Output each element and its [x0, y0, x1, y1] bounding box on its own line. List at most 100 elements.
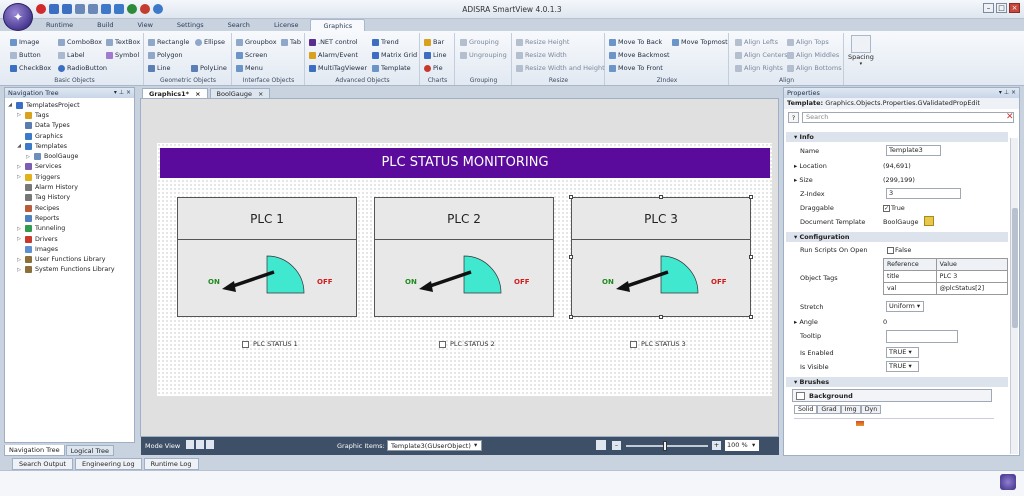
zoom-out-button[interactable]: – [612, 441, 621, 450]
grid-toggle-icon[interactable] [596, 440, 606, 450]
dotnet-control-button[interactable]: .NET control [318, 38, 358, 46]
checkbox-button[interactable]: CheckBox [19, 64, 51, 72]
menu-button[interactable]: Menu [245, 64, 263, 72]
resize-handle[interactable] [659, 315, 663, 319]
trend-button[interactable]: Trend [381, 38, 399, 46]
grouping-button[interactable]: Grouping [469, 38, 499, 46]
expander-placeholder[interactable]: ▷ [16, 112, 22, 118]
tab-runtime[interactable]: Runtime [34, 19, 85, 31]
maximize-button[interactable]: □ [996, 3, 1007, 13]
tree-item[interactable]: Recipes [7, 203, 132, 213]
name-field[interactable]: Template3 [886, 145, 941, 156]
tree-item[interactable]: Data Types [7, 121, 132, 131]
clear-search-icon[interactable]: ✕ [1006, 112, 1014, 122]
resize-handle[interactable] [569, 255, 573, 259]
tag-reference[interactable]: val [883, 282, 937, 295]
alarm-event-button[interactable]: Alarm/Event [318, 51, 358, 59]
expander-placeholder[interactable]: ▷ [16, 174, 22, 180]
groupbox-button[interactable]: Groupbox [245, 38, 277, 46]
brush-tab-grad[interactable]: Grad [817, 405, 841, 414]
tree-item[interactable]: Alarm History [7, 182, 132, 192]
resize-handle[interactable] [659, 195, 663, 199]
doc-tab-graphics1[interactable]: Graphics1* × [142, 88, 208, 98]
polyline-button[interactable]: PolyLine [200, 64, 227, 72]
tree-item[interactable]: ▷ Services [7, 162, 132, 172]
rectangle-button[interactable]: Rectangle [157, 38, 189, 46]
screen-button[interactable]: Screen [245, 51, 267, 59]
tree-item[interactable]: Images [7, 244, 132, 254]
align-middles-button[interactable]: Align Middles [796, 51, 839, 59]
align-rights-button[interactable]: Align Rights [744, 64, 783, 72]
radiobutton-button[interactable]: RadioButton [67, 64, 107, 72]
resize-height-button[interactable]: Resize Height [525, 38, 569, 46]
resize-handle[interactable] [569, 315, 573, 319]
move-backmost-button[interactable]: Move Backmost [618, 51, 670, 59]
zindex-field[interactable]: 3 [886, 188, 961, 199]
move-to-back-button[interactable]: Move To Back [618, 38, 662, 46]
expander-placeholder[interactable]: ▷ [25, 154, 31, 160]
properties-search-input[interactable]: Search [802, 112, 1014, 123]
tree-item[interactable]: ▷ Triggers [7, 172, 132, 182]
tab-runtime-log[interactable]: Runtime Log [143, 458, 199, 470]
tooltip-field[interactable] [886, 330, 958, 343]
plc-card-1[interactable]: PLC 1 ON OFF [177, 197, 357, 317]
tab-search[interactable]: Search [216, 19, 262, 31]
tree-item[interactable]: Graphics [7, 131, 132, 141]
resize-handle[interactable] [749, 255, 753, 259]
tree-item[interactable]: Reports [7, 213, 132, 223]
configuration-section[interactable]: ▾ Configuration [786, 232, 1008, 242]
tab-settings[interactable]: Settings [165, 19, 216, 31]
close-icon[interactable]: × [258, 89, 263, 98]
textbox-button[interactable]: TextBox [115, 38, 140, 46]
info-section[interactable]: ▾ Info [786, 132, 1008, 142]
resize-handle[interactable] [749, 195, 753, 199]
expander-placeholder[interactable]: ▷ [16, 267, 22, 273]
plc-card-3[interactable]: PLC 3 ON OFF [569, 195, 753, 319]
tree-item[interactable]: ◢ TemplatesProject [7, 100, 132, 110]
label-button[interactable]: Label [67, 51, 85, 59]
pie-chart-button[interactable]: Pie [433, 64, 443, 72]
line-button[interactable]: Line [157, 64, 171, 72]
tab-license[interactable]: License [262, 19, 311, 31]
spacing-button[interactable]: Spacing ▾ [848, 35, 874, 67]
stretch-select[interactable]: Uniform ▾ [886, 301, 924, 312]
help-button[interactable]: ? [788, 112, 799, 123]
tree-item[interactable]: ▷ System Functions Library [7, 265, 132, 275]
color-picker-strip[interactable] [794, 418, 994, 432]
zoom-slider-track[interactable] [626, 445, 708, 447]
align-lefts-button[interactable]: Align Lefts [744, 38, 778, 46]
mode-select-icon[interactable] [186, 440, 194, 449]
zoom-slider-thumb[interactable] [662, 441, 667, 451]
tag-value[interactable]: @plcStatus[2] [935, 282, 1009, 295]
tree-item[interactable]: Tag History [7, 193, 132, 203]
close-icon[interactable]: × [195, 89, 200, 98]
tab-button[interactable]: Tab [290, 38, 301, 46]
pin-icon[interactable]: ▾ ⊥ × [114, 88, 131, 98]
background-brush-row[interactable]: Background [792, 389, 992, 402]
is-enabled-select[interactable]: TRUE ▾ [886, 347, 919, 358]
move-topmost-button[interactable]: Move Topmost [681, 38, 728, 46]
expander-placeholder[interactable]: ▷ [16, 257, 22, 263]
table-row[interactable]: title PLC 3 [883, 270, 1009, 283]
resize-handle[interactable] [749, 315, 753, 319]
tab-graphics[interactable]: Graphics [310, 19, 366, 31]
tree-item[interactable]: ▷ BoolGauge [7, 151, 132, 161]
tag-value[interactable]: PLC 3 [935, 270, 1009, 283]
zoom-in-button[interactable]: + [712, 441, 721, 450]
resize-handle[interactable] [569, 195, 573, 199]
plc-status-checkbox-1[interactable]: PLC STATUS 1 [242, 340, 298, 348]
plc-card-2[interactable]: PLC 2 ON OFF [374, 197, 554, 317]
plc-status-checkbox-3[interactable]: PLC STATUS 3 [630, 340, 686, 348]
expand-icon[interactable]: ◢ [16, 143, 22, 149]
expander-placeholder[interactable]: ▷ [16, 236, 22, 242]
doc-tab-boolgauge[interactable]: BoolGauge × [209, 88, 271, 98]
tree-item[interactable]: ◢ Templates [7, 141, 132, 151]
graphic-items-select[interactable]: Template3(GUserObject) [387, 440, 482, 451]
align-bottoms-button[interactable]: Align Bottoms [796, 64, 842, 72]
align-tops-button[interactable]: Align Tops [796, 38, 829, 46]
tree-item[interactable]: ▷ Tunneling [7, 224, 132, 234]
bar-chart-button[interactable]: Bar [433, 38, 444, 46]
plc-status-checkbox-2[interactable]: PLC STATUS 2 [439, 340, 495, 348]
mode-pan-icon[interactable] [196, 440, 204, 449]
ungrouping-button[interactable]: Ungrouping [469, 51, 507, 59]
